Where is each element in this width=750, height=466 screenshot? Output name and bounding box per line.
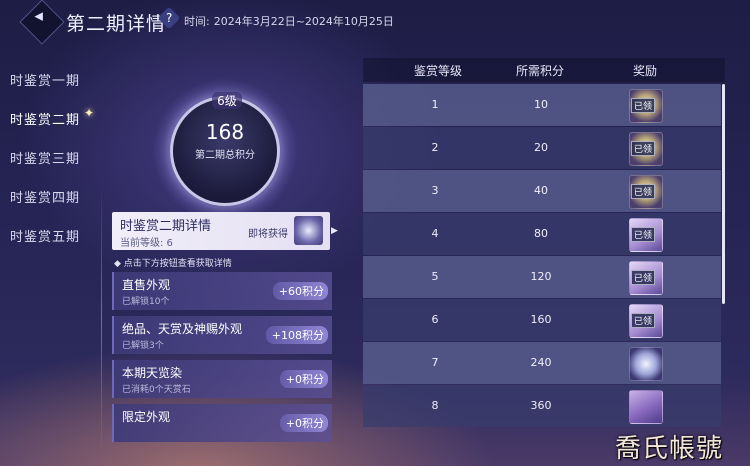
table-row: 6 160 已领 — [363, 299, 721, 341]
score-card-premium[interactable]: 绝品、天赏及神赐外观 已解锁3个 +108积分 — [112, 316, 332, 354]
nav-item-label: 时鉴赏一期 — [10, 74, 81, 89]
table-row: 8 360 — [363, 385, 721, 427]
score-card-name: 绝品、天赏及神赐外观 — [122, 322, 243, 336]
total-score: 168 — [205, 120, 245, 144]
row-points: 360 — [530, 399, 552, 412]
header-bar: ◂ 第二期详情 ? 时间: 2024年3月22日~2024年10月25日 — [0, 0, 750, 45]
reward-item-icon[interactable] — [629, 390, 663, 424]
detail-title: 时鉴赏二期详情 — [120, 219, 212, 234]
score-card-name: 限定外观 — [122, 410, 171, 424]
reward-item-icon[interactable] — [629, 347, 663, 381]
sparkle-icon: ✦ — [84, 106, 96, 120]
table-row: 2 20 已领 — [363, 127, 721, 169]
claimed-badge: 已领 — [631, 227, 656, 242]
row-points: 40 — [534, 184, 548, 197]
table-header: 鉴赏等级 所需积分 奖励 — [363, 58, 725, 82]
score-card-name: 本期天览染 — [122, 366, 183, 380]
current-level: 当前等级: 6 — [120, 238, 173, 249]
row-level: 8 — [431, 399, 439, 412]
table-row: 5 120 已领 — [363, 256, 721, 298]
table-row: 3 40 已领 — [363, 170, 721, 212]
row-level: 1 — [431, 98, 439, 111]
score-card-points: +0积分 — [279, 414, 328, 432]
level-badge: 6级 — [212, 92, 242, 109]
time-label: 时间: — [184, 15, 210, 28]
row-points: 120 — [530, 270, 552, 283]
claimed-badge: 已领 — [631, 270, 656, 285]
back-button[interactable]: ◂ — [19, 0, 65, 45]
claimed-badge: 已领 — [631, 313, 656, 328]
table-scrollbar[interactable] — [722, 84, 725, 304]
nav-item-label: 时鉴赏四期 — [10, 191, 81, 206]
row-points: 80 — [534, 227, 548, 240]
back-arrow-icon: ◂ — [34, 5, 43, 26]
nav-item-period-5[interactable]: 时鉴赏五期 — [10, 226, 80, 265]
nav-item-label: 时鉴赏五期 — [10, 230, 81, 245]
row-points: 20 — [534, 141, 548, 154]
table-row: 1 10 已领 — [363, 84, 721, 126]
score-card-points: +108积分 — [265, 326, 328, 344]
score-card-name: 直售外观 — [122, 278, 171, 292]
row-level: 2 — [431, 141, 439, 154]
score-card-direct-sale[interactable]: 直售外观 已解锁10个 +60积分 — [112, 272, 332, 310]
claimed-badge: 已领 — [631, 141, 656, 156]
claimed-badge: 已领 — [631, 184, 656, 199]
column-header-reward: 奖励 — [632, 64, 657, 78]
watermark-text: 喬氏帳號 — [615, 434, 724, 464]
score-card-sub: 已解锁10个 — [122, 297, 170, 307]
nav-item-period-1[interactable]: 时鉴赏一期 — [10, 70, 80, 109]
period-detail-card[interactable]: 时鉴赏二期详情 当前等级: 6 即将获得 — [112, 212, 330, 250]
pointer-arrow-icon: ▶ — [331, 226, 338, 236]
score-card-sub: 已消耗0个天赏石 — [122, 385, 191, 395]
nav-item-period-2[interactable]: 时鉴赏二期 ✦ — [10, 106, 94, 148]
row-points: 160 — [530, 313, 552, 326]
time-value: 2024年3月22日~2024年10月25日 — [213, 15, 394, 28]
score-card-points: +60积分 — [272, 282, 328, 300]
nav-item-period-3[interactable]: 时鉴赏三期 — [10, 148, 80, 187]
claimed-badge: 已领 — [631, 98, 656, 113]
row-points: 240 — [530, 356, 552, 369]
nav-divider — [101, 184, 102, 454]
column-header-points: 所需积分 — [515, 64, 564, 78]
period-nav: 时鉴赏一期 时鉴赏二期 ✦ 时鉴赏三期 时鉴赏四期 时鉴赏五期 — [10, 70, 94, 265]
row-level: 4 — [431, 227, 439, 240]
row-level: 3 — [431, 184, 439, 197]
nav-item-label: 时鉴赏二期 — [10, 113, 81, 128]
column-header-level: 鉴赏等级 — [413, 64, 462, 78]
upcoming-reward-icon — [294, 216, 323, 245]
hint-text: ◆ 点击下方按钮查看获取详情 — [114, 259, 232, 269]
score-card-sub: 已解锁3个 — [122, 341, 164, 351]
row-level: 7 — [431, 356, 439, 369]
nav-item-label: 时鉴赏三期 — [10, 152, 81, 167]
total-score-label: 第二期总积分 — [195, 150, 255, 161]
row-level: 5 — [431, 270, 439, 283]
row-level: 6 — [431, 313, 439, 326]
upcoming-label: 即将获得 — [248, 229, 288, 240]
row-points: 10 — [534, 98, 548, 111]
table-row: 4 80 已领 — [363, 213, 721, 255]
time-range: 时间: 2024年3月22日~2024年10月25日 — [184, 13, 394, 29]
score-card-points: +0积分 — [279, 370, 328, 388]
nav-item-period-4[interactable]: 时鉴赏四期 — [10, 187, 80, 226]
table-row: 7 240 — [363, 342, 721, 384]
page-title: 第二期详情 — [66, 13, 167, 35]
score-card-limited[interactable]: 限定外观 +0积分 — [112, 404, 332, 442]
score-card-dye[interactable]: 本期天览染 已消耗0个天赏石 +0积分 — [112, 360, 332, 398]
